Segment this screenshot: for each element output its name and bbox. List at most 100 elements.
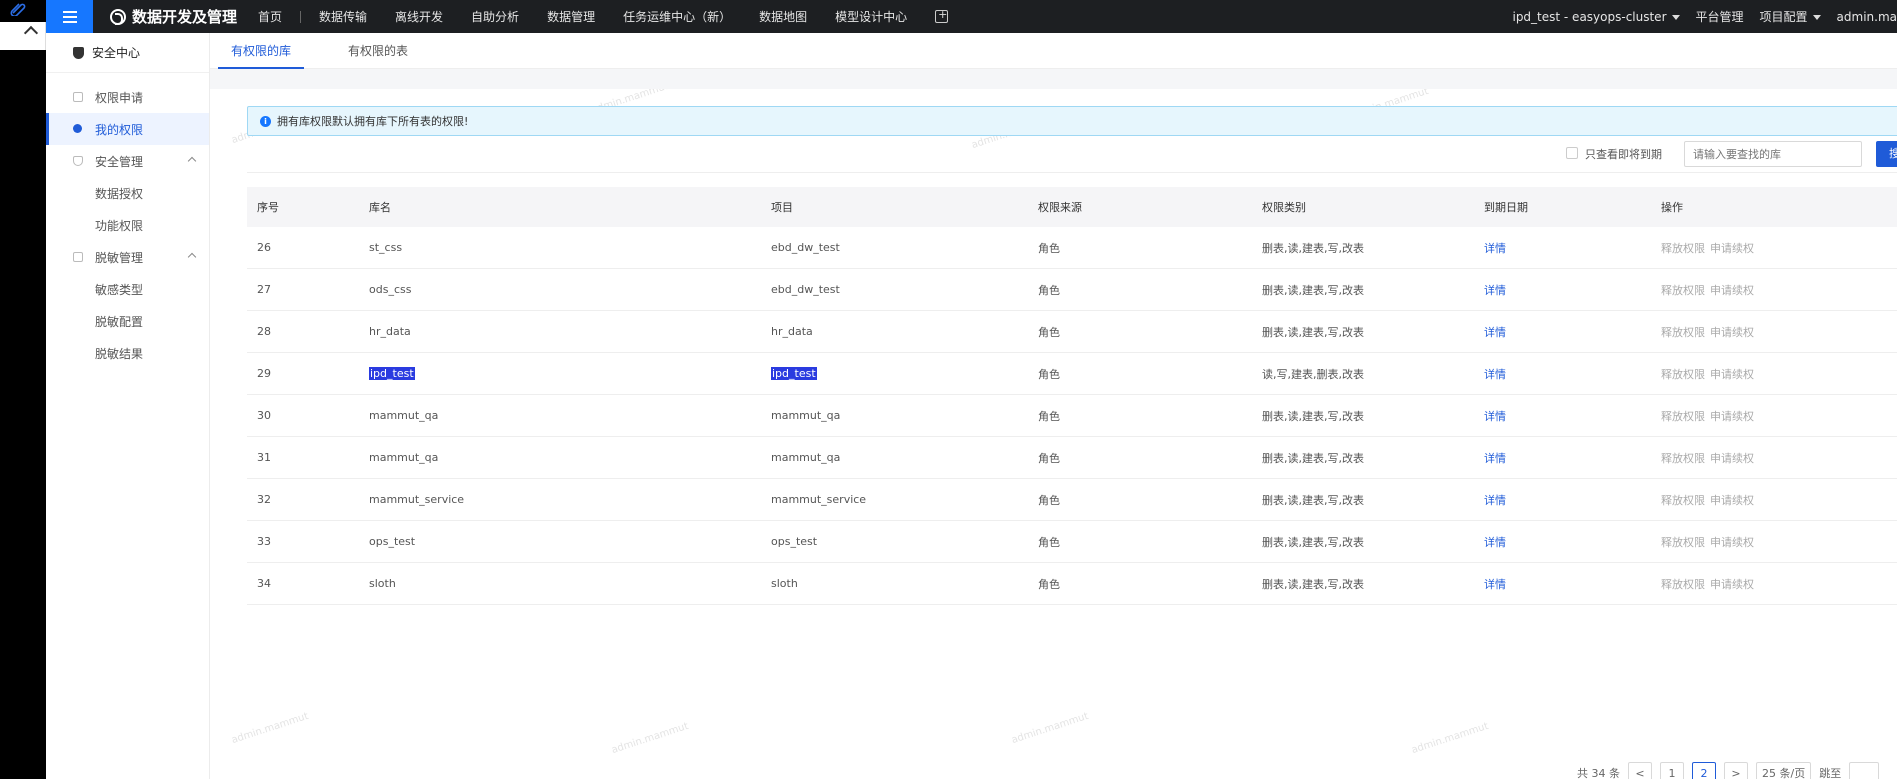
- sidebar-item-masking-results[interactable]: 脱敏结果: [46, 337, 209, 369]
- expiry-details-link[interactable]: 详情: [1484, 269, 1506, 310]
- nav-item-data-map[interactable]: 数据地图: [759, 8, 807, 25]
- database-name-text: mammut_qa: [369, 409, 439, 422]
- nav-divider: [300, 10, 302, 23]
- permission-types-text: 删表,读,建表,写,改表: [1262, 535, 1364, 549]
- cluster-selector[interactable]: ipd_test - easyops-cluster: [1512, 10, 1680, 24]
- nav-item-home[interactable]: 首页: [258, 8, 282, 25]
- tab-spacer: [210, 69, 1897, 89]
- row-number-text: 28: [257, 325, 271, 338]
- expiring-only-checkbox[interactable]: [1566, 147, 1578, 159]
- notice-text: 拥有库权限默认拥有库下所有表的权限!: [277, 115, 469, 128]
- jump-input[interactable]: [1849, 762, 1880, 779]
- project-name-text: ipd_test: [771, 367, 817, 380]
- table-row: 30 mammut_qa mammut_qa 角色 删表,读,建表,写,改表 详情 释放权限…: [247, 395, 1897, 437]
- project-name: ebd_dw_test: [771, 227, 840, 268]
- permission-source-text: 角色: [1038, 241, 1060, 255]
- project-name: mammut_qa: [771, 395, 840, 436]
- permission-types: 删表,读,建表,写,改表: [1262, 269, 1364, 310]
- nav-item-transfer[interactable]: 数据传输: [319, 8, 367, 25]
- expiry-details-link[interactable]: 详情: [1484, 311, 1506, 352]
- expiry-details-link[interactable]: 详情: [1484, 479, 1506, 520]
- hamburger-line: [63, 21, 77, 23]
- table-row: 29 ipd_test ipd_test 角色 读,写,建表,删表,改表 详情 释放权限 申请…: [247, 353, 1897, 395]
- release-permission-link[interactable]: 释放权限: [1661, 240, 1705, 256]
- release-permission-link[interactable]: 释放权限: [1661, 492, 1705, 508]
- release-permission-link[interactable]: 释放权限: [1661, 450, 1705, 466]
- sidebar-item-function-perm[interactable]: 功能权限: [46, 209, 209, 241]
- release-permission-link[interactable]: 释放权限: [1661, 534, 1705, 550]
- renew-permission-link[interactable]: 申请续权: [1710, 492, 1754, 508]
- sidebar-item-masking-config[interactable]: 脱敏配置: [46, 305, 209, 337]
- tab-databases[interactable]: 有权限的库: [218, 33, 304, 69]
- sidebar-title-label: 安全中心: [92, 46, 141, 60]
- sidebar-item-apply[interactable]: 权限申请: [46, 81, 209, 113]
- expiry-details-link[interactable]: 详情: [1484, 395, 1506, 436]
- sidebar-item-data-grant[interactable]: 数据授权: [46, 177, 209, 209]
- sidebar-item-masking-mgmt[interactable]: 脱敏管理: [46, 241, 209, 273]
- page-2-button[interactable]: 2: [1692, 762, 1716, 779]
- divider: [247, 172, 1897, 173]
- nav-item-data-mgmt[interactable]: 数据管理: [547, 8, 595, 25]
- sidebar-item-security-mgmt[interactable]: 安全管理: [46, 145, 209, 177]
- nav-item-analysis[interactable]: 自助分析: [471, 8, 519, 25]
- nav-item-ops-center[interactable]: 任务运维中心（新）: [623, 8, 731, 25]
- release-permission-link[interactable]: 释放权限: [1661, 576, 1705, 592]
- renew-permission-link[interactable]: 申请续权: [1710, 240, 1754, 256]
- expiry-details-link[interactable]: 详情: [1484, 437, 1506, 478]
- column-header: 库名: [369, 201, 391, 214]
- database-name: ipd_test: [369, 353, 415, 394]
- permission-types-text: 删表,读,建表,写,改表: [1262, 577, 1364, 591]
- project-name: mammut_qa: [771, 437, 840, 478]
- release-permission-link[interactable]: 释放权限: [1661, 324, 1705, 340]
- renew-permission-link[interactable]: 申请续权: [1710, 366, 1754, 382]
- watermark: admin.mammut: [1410, 720, 1490, 757]
- renew-permission-link[interactable]: 申请续权: [1710, 282, 1754, 298]
- expiry-details-link[interactable]: 详情: [1484, 521, 1506, 562]
- renew-permission-link[interactable]: 申请续权: [1710, 576, 1754, 592]
- project-config-menu[interactable]: 项目配置: [1760, 8, 1821, 25]
- release-permission-link[interactable]: 释放权限: [1661, 282, 1705, 298]
- release-permission-link[interactable]: 释放权限: [1661, 408, 1705, 424]
- user-menu[interactable]: admin.ma: [1837, 10, 1897, 24]
- expiry-details-link[interactable]: 详情: [1484, 227, 1506, 268]
- sidebar-item-label: 脱敏管理: [95, 250, 144, 265]
- nav-item-offline-dev[interactable]: 离线开发: [395, 8, 443, 25]
- hamburger-line: [63, 16, 77, 18]
- caret-down-icon: [1812, 15, 1821, 20]
- column-header: 项目: [771, 201, 793, 214]
- release-permission-link[interactable]: 释放权限: [1661, 366, 1705, 382]
- search-button[interactable]: 搜: [1876, 141, 1897, 167]
- permission-source-text: 角色: [1038, 367, 1060, 381]
- renew-permission-link[interactable]: 申请续权: [1710, 534, 1754, 550]
- next-page-button[interactable]: >: [1724, 762, 1748, 779]
- table-row: 34 sloth sloth 角色 删表,读,建表,写,改表 详情 释放权限 申请续权: [247, 563, 1897, 605]
- menu-button[interactable]: [46, 0, 93, 33]
- renew-permission-link[interactable]: 申请续权: [1710, 324, 1754, 340]
- page-1-button[interactable]: 1: [1660, 762, 1684, 779]
- nav-item-model-design[interactable]: 模型设计中心: [835, 8, 907, 25]
- expiry-details-link[interactable]: 详情: [1484, 563, 1506, 604]
- project-name-text: hr_data: [771, 325, 813, 338]
- collapse-up-button[interactable]: [0, 22, 46, 50]
- database-name-text: sloth: [369, 577, 396, 590]
- row-number: 27: [257, 269, 271, 310]
- sidebar-item-my-permissions[interactable]: 我的权限: [46, 113, 209, 145]
- database-name: ods_css: [369, 269, 411, 310]
- search-input[interactable]: [1684, 141, 1862, 167]
- row-number: 28: [257, 311, 271, 352]
- tab-tables[interactable]: 有权限的表: [348, 33, 408, 69]
- brand[interactable]: 数据开发及管理: [110, 0, 237, 33]
- platform-admin-link[interactable]: 平台管理: [1696, 8, 1744, 25]
- renew-permission-link[interactable]: 申请续权: [1710, 408, 1754, 424]
- prev-page-button[interactable]: <: [1628, 762, 1652, 779]
- permission-types-text: 删表,读,建表,写,改表: [1262, 409, 1364, 423]
- column-header: 到期日期: [1484, 201, 1528, 214]
- page-size-select[interactable]: 25 条/页: [1756, 762, 1812, 779]
- sidebar-item-sensitive-types[interactable]: 敏感类型: [46, 273, 209, 305]
- permission-source-text: 角色: [1038, 493, 1060, 507]
- row-actions: 释放权限 申请续权: [1661, 227, 1754, 268]
- renew-permission-link[interactable]: 申请续权: [1710, 450, 1754, 466]
- expiry-details-link-text: 详情: [1484, 451, 1506, 465]
- expand-icon[interactable]: [935, 8, 949, 23]
- expiry-details-link[interactable]: 详情: [1484, 353, 1506, 394]
